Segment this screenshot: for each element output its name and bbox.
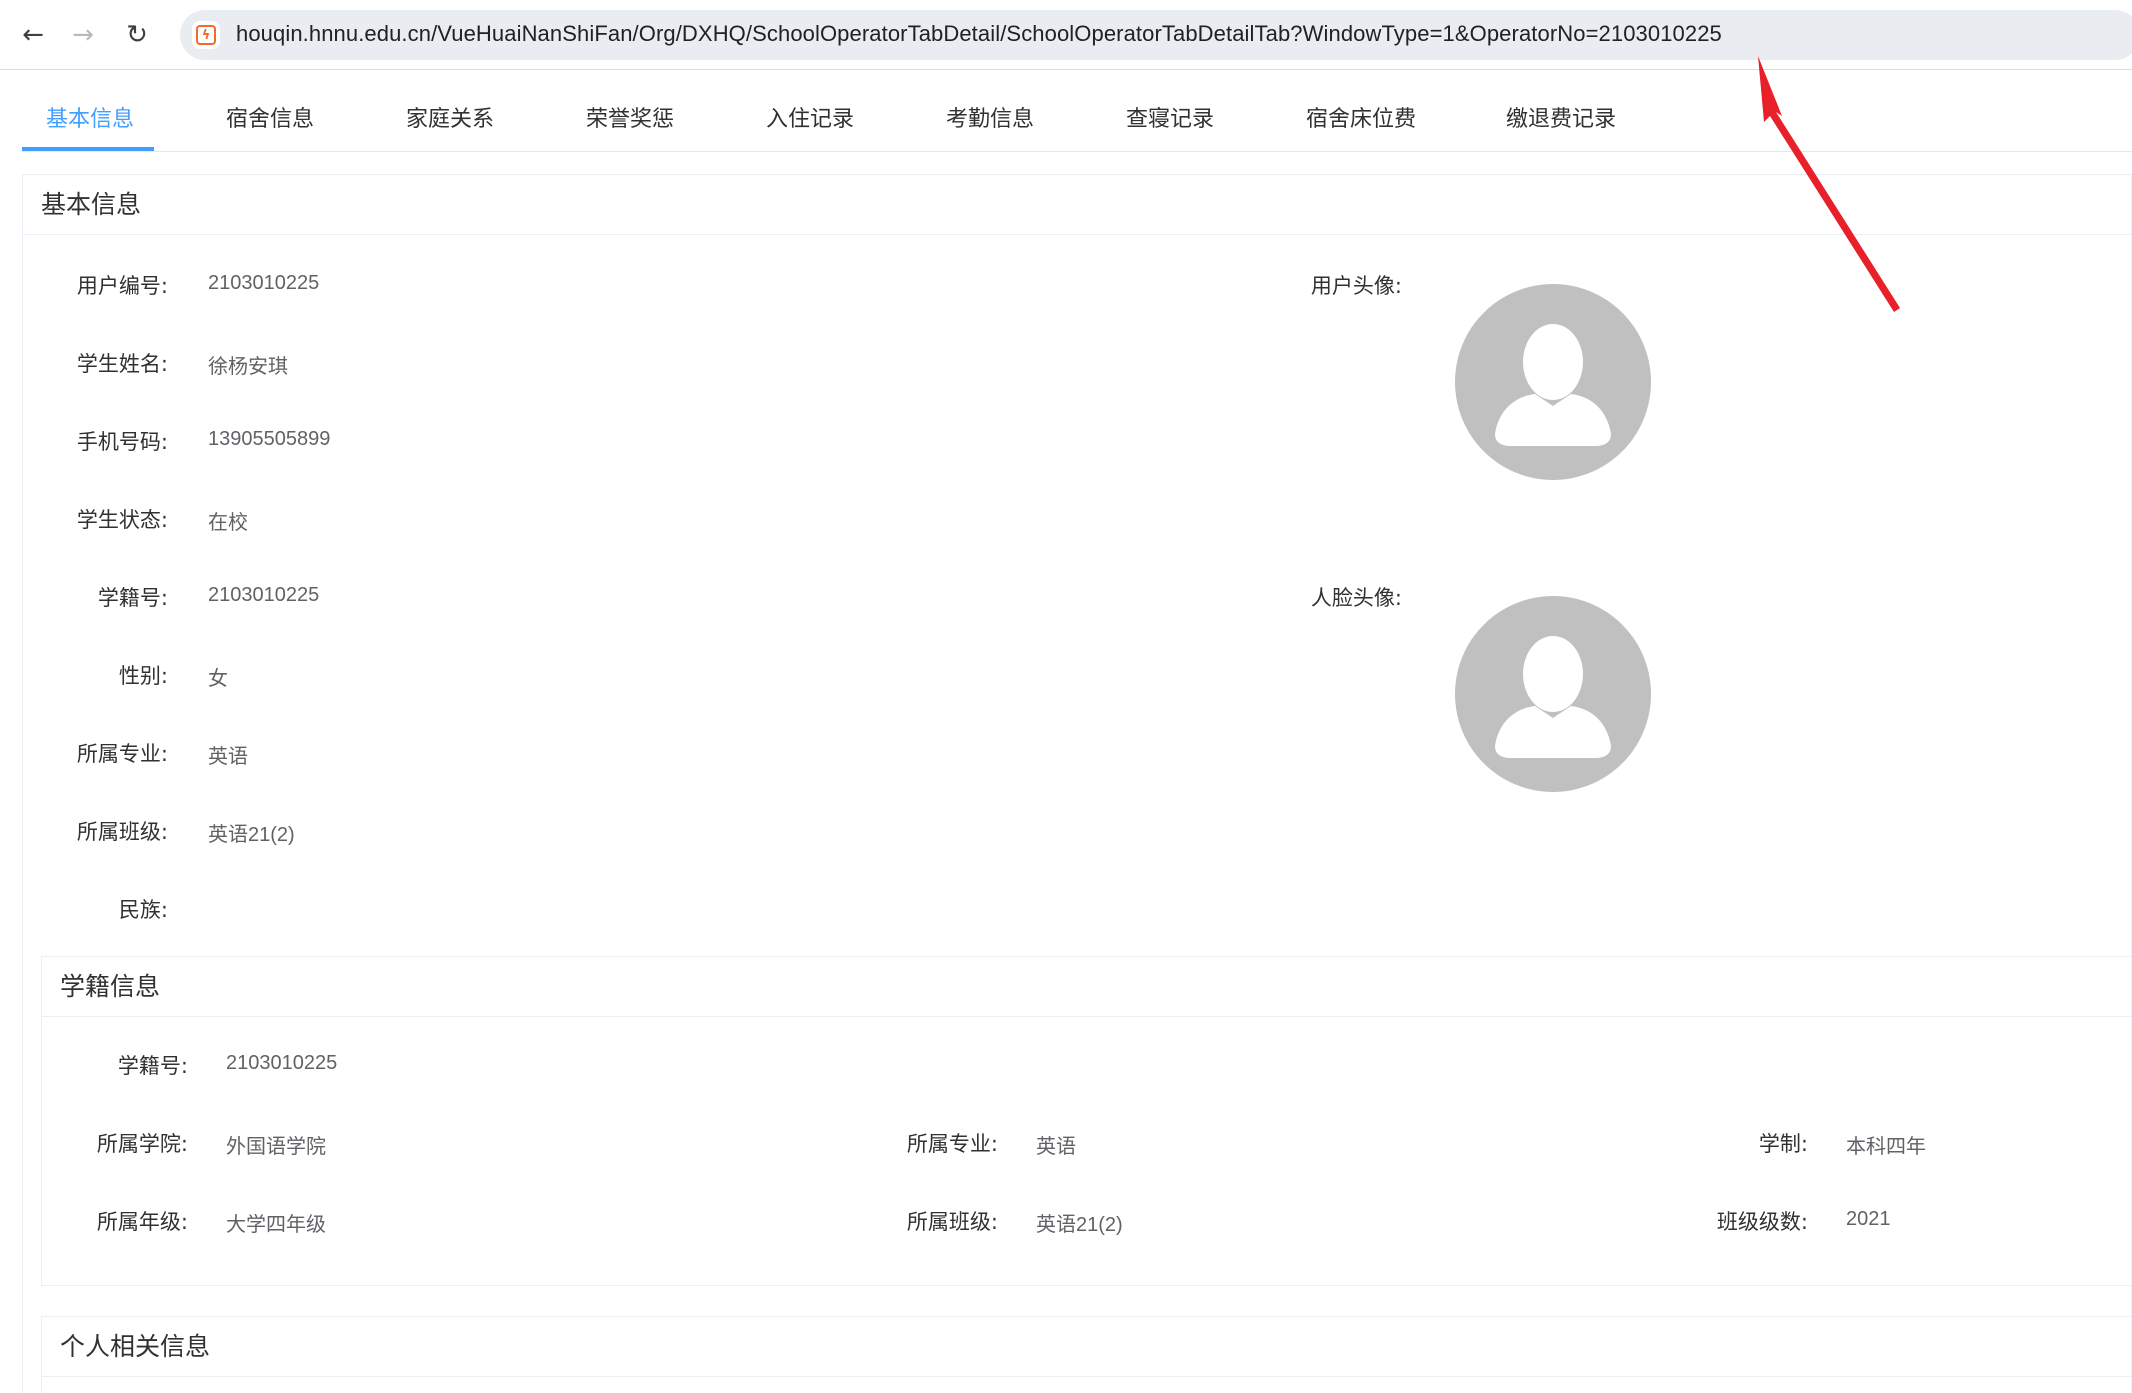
tab-basic-info[interactable]: 基本信息	[46, 96, 134, 152]
enroll-major-label: 所属专业:	[906, 1132, 998, 1156]
phone-label: 手机号码:	[76, 430, 168, 454]
arrow-left-icon: ←	[22, 20, 44, 50]
user-avatar-label: 用户头像:	[1310, 274, 1402, 298]
face-avatar	[1455, 596, 1651, 792]
address-bar[interactable]: ϟ houqin.hnnu.edu.cn/VueHuaiNanShiFan/Or…	[180, 10, 2132, 60]
enroll-major-value: 英语	[1036, 1136, 1076, 1158]
arrow-right-icon: →	[72, 20, 94, 50]
tab-inspection-records[interactable]: 查寝记录	[1126, 96, 1214, 152]
ethnicity-label: 民族:	[118, 898, 168, 922]
status-value: 在校	[208, 512, 248, 534]
major-value: 英语	[208, 746, 248, 768]
user-avatar	[1455, 284, 1651, 480]
tab-checkin-records[interactable]: 入住记录	[766, 96, 854, 152]
forward-button[interactable]: →	[64, 16, 102, 54]
tab-bar: 基本信息 宿舍信息 家庭关系 荣誉奖惩 入住记录 考勤信息 查寝记录 宿舍床位费…	[22, 96, 2132, 152]
status-label: 学生状态:	[76, 508, 168, 532]
enroll-class-value: 英语21(2)	[1036, 1214, 1123, 1236]
grade-label: 所属年级:	[96, 1210, 188, 1234]
grade-value: 大学四年级	[226, 1214, 326, 1236]
name-label: 学生姓名:	[76, 352, 168, 376]
user-no-value: 2103010225	[208, 272, 320, 294]
browser-toolbar: ← → ↻ ϟ houqin.hnnu.edu.cn/VueHuaiNanShi…	[0, 0, 2132, 70]
user-no-label: 用户编号:	[76, 274, 168, 298]
active-tab-indicator	[22, 147, 154, 151]
tab-bed-fee[interactable]: 宿舍床位费	[1306, 96, 1416, 152]
college-value: 外国语学院	[226, 1136, 326, 1158]
duration-label: 学制:	[1758, 1132, 1808, 1156]
site-info-icon[interactable]: ϟ	[192, 21, 220, 49]
student-no-value: 2103010225	[208, 584, 320, 606]
reload-icon: ↻	[126, 20, 148, 50]
person-icon	[1495, 324, 1611, 446]
tab-attendance[interactable]: 考勤信息	[946, 96, 1034, 152]
tab-payment-records[interactable]: 缴退费记录	[1506, 96, 1616, 152]
tab-honors[interactable]: 荣誉奖惩	[586, 96, 674, 152]
name-value: 徐杨安琪	[208, 356, 288, 378]
personal-info-card: 个人相关信息	[41, 1316, 2132, 1393]
student-no-label: 学籍号:	[97, 586, 168, 610]
class-label: 所属班级:	[76, 820, 168, 844]
phone-value: 13905505899	[208, 428, 331, 450]
gender-value: 女	[208, 668, 228, 690]
personal-info-title: 个人相关信息	[42, 1317, 2131, 1377]
college-label: 所属学院:	[96, 1132, 188, 1156]
tab-family[interactable]: 家庭关系	[406, 96, 494, 152]
cohort-label: 班级级数:	[1716, 1210, 1808, 1234]
duration-value: 本科四年	[1846, 1136, 1926, 1158]
class-value: 英语21(2)	[208, 824, 295, 846]
cohort-value: 2021	[1846, 1208, 1891, 1230]
gender-label: 性别:	[118, 664, 168, 688]
back-button[interactable]: ←	[14, 16, 52, 54]
site-favicon: ϟ	[196, 25, 216, 45]
enrollment-title: 学籍信息	[42, 957, 2131, 1017]
face-avatar-label: 人脸头像:	[1310, 586, 1402, 610]
person-icon	[1495, 636, 1611, 758]
reload-button[interactable]: ↻	[118, 16, 156, 54]
enroll-class-label: 所属班级:	[906, 1210, 998, 1234]
enroll-student-no-value: 2103010225	[226, 1052, 338, 1074]
url-text[interactable]: houqin.hnnu.edu.cn/VueHuaiNanShiFan/Org/…	[236, 21, 1722, 47]
tab-dorm-info[interactable]: 宿舍信息	[226, 96, 314, 152]
basic-info-title: 基本信息	[23, 175, 2131, 235]
enroll-student-no-label: 学籍号:	[117, 1054, 188, 1078]
major-label: 所属专业:	[76, 742, 168, 766]
